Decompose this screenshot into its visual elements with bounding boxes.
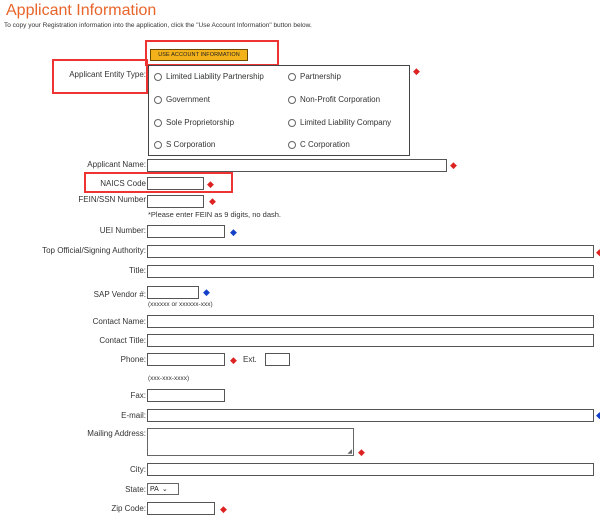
ext-input[interactable] — [265, 353, 290, 366]
title-label: Title: — [128, 266, 146, 275]
fein-note: *Please enter FEIN as 9 digits, no dash. — [148, 210, 281, 219]
radio-limited-liability-company[interactable]: Limited Liability Company — [288, 118, 391, 127]
uei-number-input[interactable] — [147, 225, 225, 238]
email-input[interactable] — [147, 409, 594, 422]
radio-circle-icon[interactable] — [154, 95, 162, 104]
optional-marker-icon: ◆ — [596, 410, 600, 420]
phone-label: Phone: — [120, 355, 146, 364]
radio-label: Partnership — [300, 72, 341, 81]
zip-code-label: Zip Code: — [111, 504, 146, 513]
applicant-name-label: Applicant Name: — [87, 160, 146, 169]
radio-label: C Corporation — [300, 140, 350, 149]
sap-vendor-input[interactable] — [147, 286, 199, 299]
radio-non-profit-corporation[interactable]: Non-Profit Corporation — [288, 95, 380, 104]
state-select[interactable]: PA ⌄ — [147, 483, 179, 495]
optional-marker-icon: ◆ — [203, 287, 210, 297]
required-marker-icon: ◆ — [413, 66, 420, 76]
contact-name-label: Contact Name: — [92, 317, 146, 326]
title-input[interactable] — [147, 265, 594, 278]
contact-name-input[interactable] — [147, 315, 594, 328]
sap-format-note: (xxxxxx or xxxxxx-xxx) — [148, 301, 213, 308]
entity-type-group: Limited Liability Partnership Partnershi… — [148, 65, 410, 156]
fein-ssn-label: FEIN/SSN Number — [78, 195, 146, 204]
state-label: State: — [125, 485, 146, 494]
radio-partnership[interactable]: Partnership — [288, 72, 341, 81]
city-input[interactable] — [147, 463, 594, 476]
mailing-address-textarea[interactable]: ◢ — [147, 428, 354, 456]
required-marker-icon: ◆ — [450, 160, 457, 170]
radio-label: Non-Profit Corporation — [300, 95, 381, 104]
required-marker-icon: ◆ — [209, 196, 216, 206]
contact-title-input[interactable] — [147, 334, 594, 347]
resize-grip-icon[interactable]: ◢ — [347, 448, 352, 455]
sap-vendor-label: SAP Vendor #: — [93, 290, 146, 299]
fax-input[interactable] — [147, 389, 225, 402]
radio-label: Limited Liability Company — [300, 118, 392, 127]
radio-circle-icon[interactable] — [288, 72, 296, 81]
required-marker-icon: ◆ — [230, 355, 237, 365]
phone-input[interactable] — [147, 353, 225, 366]
mailing-address-label: Mailing Address: — [87, 429, 146, 438]
city-label: City: — [130, 465, 146, 474]
highlight-naics-code — [84, 172, 233, 193]
required-marker-icon: ◆ — [596, 247, 600, 257]
phone-format-note: (xxx-xxx-xxxx) — [148, 375, 190, 382]
radio-label: Limited Liability Partnership — [166, 72, 264, 81]
radio-s-corporation[interactable]: S Corporation — [154, 140, 215, 149]
radio-label: Sole Proprietorship — [166, 118, 235, 127]
top-official-input[interactable] — [147, 245, 594, 258]
radio-circle-icon[interactable] — [154, 140, 162, 149]
fein-ssn-input[interactable] — [147, 195, 204, 208]
highlight-account-button — [145, 40, 279, 66]
zip-code-input[interactable] — [147, 502, 215, 515]
intro-text: To copy your Registration information in… — [4, 22, 312, 29]
radio-c-corporation[interactable]: C Corporation — [288, 140, 350, 149]
radio-circle-icon[interactable] — [288, 95, 296, 104]
top-official-label: Top Official/Signing Authority: — [42, 246, 146, 255]
radio-sole-proprietorship[interactable]: Sole Proprietorship — [154, 118, 234, 127]
state-value: PA — [150, 485, 159, 493]
chevron-down-icon: ⌄ — [161, 486, 168, 493]
page-title: Applicant Information — [6, 2, 157, 19]
radio-circle-icon[interactable] — [154, 118, 162, 127]
optional-marker-icon: ◆ — [230, 227, 237, 237]
required-marker-icon: ◆ — [220, 504, 227, 514]
radio-circle-icon[interactable] — [288, 118, 296, 127]
highlight-entity-type — [52, 59, 148, 94]
radio-limited-liability-partnership[interactable]: Limited Liability Partnership — [154, 72, 264, 81]
contact-title-label: Contact Title: — [99, 336, 146, 345]
radio-label: Government — [166, 95, 211, 104]
required-marker-icon: ◆ — [358, 447, 365, 457]
ext-label: Ext. — [243, 355, 257, 364]
applicant-name-input[interactable] — [147, 159, 447, 172]
radio-government[interactable]: Government — [154, 95, 210, 104]
fax-label: Fax: — [130, 391, 146, 400]
uei-number-label: UEI Number: — [99, 226, 146, 235]
radio-label: S Corporation — [166, 140, 216, 149]
radio-circle-icon[interactable] — [288, 140, 296, 149]
radio-circle-icon[interactable] — [154, 72, 162, 81]
email-label: E-mail: — [121, 411, 146, 420]
